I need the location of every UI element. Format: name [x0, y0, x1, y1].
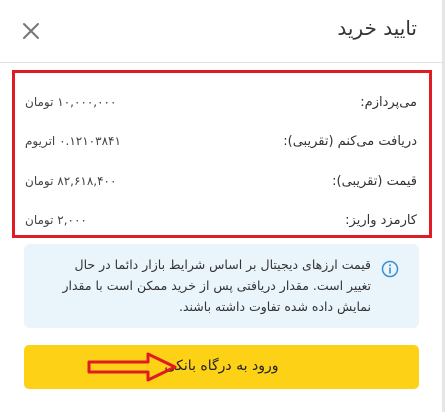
info-icon: [381, 260, 399, 278]
price-label: قیمت (تقریبی):: [332, 174, 417, 189]
detail-row-pay: می‌پردازم: ۱۰,۰۰۰,۰۰۰ تومان: [15, 95, 429, 115]
close-button[interactable]: [18, 18, 44, 44]
receive-amount-value: ۰.۱۲۱۰۳۸۴۱ اتریوم: [25, 134, 121, 148]
bank-gateway-button[interactable]: ورود به درگاه بانکی: [24, 345, 419, 389]
fee-value: ۲,۰۰۰ تومان: [25, 213, 87, 227]
bank-gateway-label: ورود به درگاه بانکی: [164, 358, 279, 374]
price-value: ۸۲,۶۱۸,۴۰۰ تومان: [25, 174, 117, 188]
notice-line-2: تغییر است. مقدار دریافتی پس از خرید ممکن…: [62, 278, 371, 293]
dialog-header: تایید خرید: [0, 0, 445, 63]
receive-amount-label: دریافت می‌کنم (تقریبی):: [283, 134, 417, 149]
close-icon[interactable]: [18, 18, 44, 44]
arrow-right-icon: [87, 352, 177, 382]
purchase-details-box: می‌پردازم: ۱۰,۰۰۰,۰۰۰ تومان دریافت می‌کن…: [12, 70, 432, 238]
detail-row-fee: کارمزد واریز: ۲,۰۰۰ تومان: [15, 213, 429, 233]
detail-row-price: قیمت (تقریبی): ۸۲,۶۱۸,۴۰۰ تومان: [15, 174, 429, 194]
price-notice-box: قیمت ارزهای دیجیتال بر اساس شرایط بازار …: [24, 244, 419, 328]
notice-line-1: قیمت ارزهای دیجیتال بر اساس شرایط بازار …: [74, 257, 371, 272]
pay-amount-value: ۱۰,۰۰۰,۰۰۰ تومان: [25, 95, 117, 109]
price-notice-text: قیمت ارزهای دیجیتال بر اساس شرایط بازار …: [41, 254, 371, 317]
purchase-confirm-dialog: تایید خرید می‌پردازم: ۱۰,۰۰۰,۰۰۰ تومان د…: [0, 0, 445, 412]
dialog-title: تایید خرید: [337, 16, 417, 40]
notice-line-3: نمایش داده شده تفاوت داشته باشند.: [178, 299, 371, 314]
fee-label: کارمزد واریز:: [345, 213, 417, 228]
detail-row-receive: دریافت می‌کنم (تقریبی): ۰.۱۲۱۰۳۸۴۱ اتریو…: [15, 134, 429, 154]
pay-amount-label: می‌پردازم:: [360, 95, 417, 110]
